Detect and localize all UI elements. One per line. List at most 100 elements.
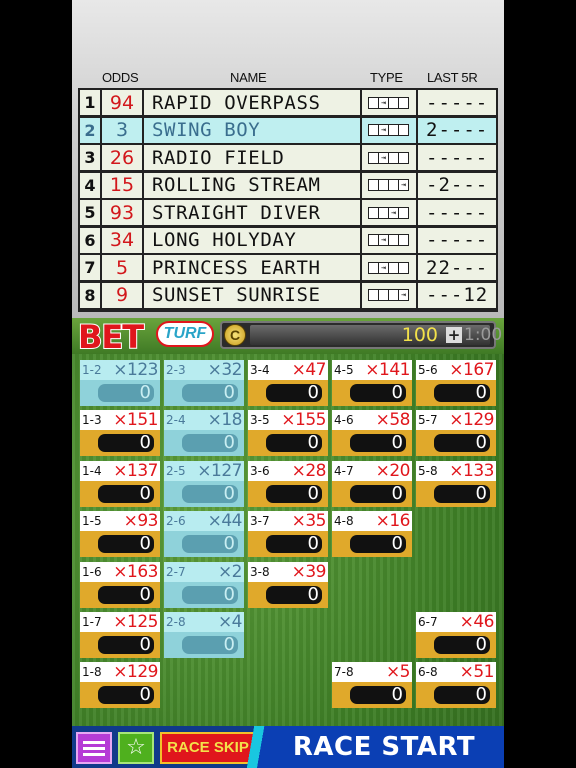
bet-amount: 0 (98, 484, 154, 503)
bet-odds: ×58 (375, 410, 411, 431)
bet-cell-body: 0 (332, 480, 412, 507)
bet-cell-5-8[interactable]: 5-8 ×133 0 (416, 460, 496, 507)
horse-number: 2 (80, 117, 100, 143)
type-box: ⇥ (398, 289, 409, 301)
bet-amount: 0 (266, 585, 322, 604)
bet-cell-6-8[interactable]: 6-8 ×51 0 (416, 662, 496, 709)
horse-odds: 34 (102, 227, 142, 253)
bet-cell-1-2[interactable]: 1-2 ×123 0 (80, 360, 160, 406)
bet-odds: ×129 (113, 662, 158, 683)
bet-pair: 1-5 (82, 514, 102, 529)
bet-cell-1-8[interactable]: 1-8 ×129 0 (80, 662, 160, 709)
bet-odds: ×5 (385, 662, 411, 683)
bet-odds: ×125 (113, 612, 158, 632)
bet-cell-header: 1-6 ×163 (80, 561, 160, 582)
bet-cell-1-6[interactable]: 1-6 ×163 0 (80, 561, 160, 608)
horse-row[interactable]: 7 5 PRINCESS EARTH ⇥ 22--- (80, 255, 496, 280)
bet-cell-body: 0 (332, 380, 412, 406)
bet-odds: ×20 (375, 460, 411, 481)
bet-cell-3-8[interactable]: 3-8 ×39 0 (248, 561, 328, 608)
bet-cell-body: 0 (164, 480, 244, 507)
bet-pair: 7-8 (334, 665, 354, 680)
bet-cell-2-6[interactable]: 2-6 ×44 0 (164, 511, 244, 558)
horse-name: SUNSET SUNRISE (144, 282, 360, 308)
bet-pair: 5-6 (418, 363, 438, 377)
bet-odds: ×16 (375, 511, 411, 532)
horse-row[interactable]: 3 26 RADIO FIELD ⇥ ----- (80, 145, 496, 170)
bet-cell-6-7[interactable]: 6-7 ×46 0 (416, 612, 496, 658)
bet-amount: 0 (350, 384, 406, 402)
bet-odds: ×47 (291, 360, 327, 380)
last-5-results: ----- (418, 145, 496, 170)
horse-number: 4 (80, 172, 100, 198)
bet-pair: 2-7 (166, 564, 186, 579)
bet-pair: 5-7 (418, 413, 438, 428)
bet-amount: 0 (98, 585, 154, 604)
bet-cell-2-4[interactable]: 2-4 ×18 0 (164, 410, 244, 457)
bet-cell-body: 0 (416, 480, 496, 507)
bet-cell-2-8[interactable]: 2-8 ×4 0 (164, 612, 244, 658)
horse-name: LONG HOLYDAY (144, 227, 360, 253)
bet-odds: ×32 (207, 360, 243, 380)
horse-odds: 26 (102, 145, 142, 170)
bet-pair: 2-5 (166, 463, 186, 478)
menu-icon-line (83, 746, 105, 750)
bet-cell-1-7[interactable]: 1-7 ×125 0 (80, 612, 160, 658)
bet-cell-3-4[interactable]: 3-4 ×47 0 (248, 360, 328, 406)
race-start-button[interactable]: RACE START (240, 726, 504, 768)
bet-cell-5-6[interactable]: 5-6 ×167 0 (416, 360, 496, 406)
bet-odds: ×151 (113, 410, 158, 431)
coin-count: 100 (401, 324, 438, 346)
bet-cell-4-6[interactable]: 4-6 ×58 0 (332, 410, 412, 457)
bet-cell-3-5[interactable]: 3-5 ×155 0 (248, 410, 328, 457)
menu-icon-line (83, 752, 105, 756)
bet-cell-body: 0 (80, 581, 160, 608)
bet-cell-1-4[interactable]: 1-4 ×137 0 (80, 460, 160, 507)
plus-icon[interactable]: + (446, 327, 462, 343)
bet-cell-5-7[interactable]: 5-7 ×129 0 (416, 410, 496, 457)
bet-cell-body: 0 (164, 430, 244, 457)
bet-cell-body: 0 (332, 430, 412, 457)
bet-cell-7-8[interactable]: 7-8 ×5 0 (332, 662, 412, 709)
bet-cell-1-5[interactable]: 1-5 ×93 0 (80, 511, 160, 558)
horse-row[interactable]: 4 15 ROLLING STREAM ⇥ -2--- (80, 172, 496, 198)
bet-cell-4-7[interactable]: 4-7 ×20 0 (332, 460, 412, 507)
horse-row[interactable]: 6 34 LONG HOLYDAY ⇥ ----- (80, 227, 496, 253)
last-5-results: ----- (418, 200, 496, 225)
bet-cell-body: 0 (248, 380, 328, 406)
bet-cell-body: 0 (80, 531, 160, 558)
bet-cell-2-3[interactable]: 2-3 ×32 0 (164, 360, 244, 406)
bet-cell-body: 0 (332, 682, 412, 709)
bet-pair: 6-7 (418, 615, 438, 629)
bet-amount: 0 (434, 484, 490, 503)
bet-cell-1-3[interactable]: 1-3 ×151 0 (80, 410, 160, 457)
bet-cell-body: 0 (248, 430, 328, 457)
star-button[interactable]: ☆ (118, 732, 154, 764)
bet-pair: 2-3 (166, 363, 186, 377)
bet-cell-header: 1-3 ×151 (80, 410, 160, 431)
menu-button[interactable] (76, 732, 112, 764)
bet-pair: 4-6 (334, 413, 354, 428)
bet-odds: ×123 (113, 360, 158, 380)
bet-cell-header: 3-8 ×39 (248, 561, 328, 582)
horse-row[interactable]: 8 9 SUNSET SUNRISE ⇥ ---12 (80, 282, 496, 308)
bet-cell-2-7[interactable]: 2-7 ×2 0 (164, 561, 244, 608)
horse-name: STRAIGHT DIVER (144, 200, 360, 225)
type-box (398, 261, 409, 274)
bet-odds: ×46 (459, 612, 495, 632)
bet-cell-header: 2-4 ×18 (164, 410, 244, 431)
bet-pair: 4-7 (334, 463, 354, 478)
bet-pair: 1-4 (82, 463, 102, 478)
type-box (398, 151, 409, 164)
bet-pair: 2-6 (166, 514, 186, 529)
bet-cell-2-5[interactable]: 2-5 ×127 0 (164, 460, 244, 507)
bet-amount: 0 (434, 636, 490, 654)
bet-cell-4-8[interactable]: 4-8 ×16 0 (332, 511, 412, 558)
bet-cell-body: 0 (416, 380, 496, 406)
horse-row[interactable]: 2 3 SWING BOY ⇥ 2---- (80, 117, 496, 143)
bet-cell-4-5[interactable]: 4-5 ×141 0 (332, 360, 412, 406)
bet-cell-3-7[interactable]: 3-7 ×35 0 (248, 511, 328, 558)
horse-row[interactable]: 5 93 STRAIGHT DIVER ⇥ ----- (80, 200, 496, 225)
bet-cell-3-6[interactable]: 3-6 ×28 0 (248, 460, 328, 507)
horse-row[interactable]: 1 94 RAPID OVERPASS ⇥ ----- (80, 90, 496, 115)
